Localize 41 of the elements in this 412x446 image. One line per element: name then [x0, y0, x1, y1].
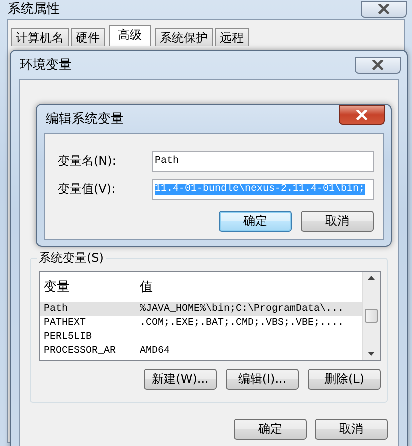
list-row[interactable]: PATHEXT .COM;.EXE;.BAT;.CMD;.VBS;.VBE;.... — [40, 316, 362, 330]
input-field[interactable]: Path — [152, 151, 374, 172]
close-button[interactable] — [361, 0, 407, 18]
close-button[interactable] — [339, 105, 385, 125]
table-cell-text: .COM;.EXE;.BAT;.CMD;.VBS;.VBE;.... — [140, 318, 346, 328]
scroll-thumb[interactable] — [365, 309, 378, 323]
tab[interactable]: 远程 — [215, 28, 249, 46]
close-icon[interactable] — [378, 4, 390, 14]
tab[interactable]: 硬件 — [71, 28, 105, 46]
list-row[interactable]: PERL5LIB — [40, 330, 362, 344]
action-button[interactable]: 编辑(I)... — [226, 369, 299, 390]
dialog-button[interactable]: 取消 — [301, 211, 374, 232]
table-cell-text: %JAVA_HOME%\bin;C:\ProgramData\... — [140, 304, 346, 314]
group-label: 系统变量(S) — [37, 250, 106, 267]
action-button[interactable]: 删除(L) — [308, 369, 381, 390]
list-row[interactable]: PROCESSOR_AR AMD64 — [40, 344, 362, 358]
window-title: 编辑系统变量 — [46, 111, 124, 128]
window-title: 系统属性 — [8, 1, 60, 18]
tab[interactable]: 计算机名 — [11, 28, 69, 46]
scroll-down-icon[interactable] — [368, 352, 375, 356]
dialog-button[interactable]: 取消 — [315, 419, 388, 440]
scroll-up-icon[interactable] — [368, 276, 375, 280]
table-cell-text: AMD64 — [140, 346, 172, 356]
close-icon[interactable] — [372, 60, 384, 70]
table-cell-text: PROCESSOR_AR — [44, 346, 118, 356]
column-header[interactable]: 变量 — [44, 278, 140, 296]
table-cell-text: PERL5LIB — [44, 332, 94, 342]
field-label: 变量名(N): — [58, 153, 118, 170]
tab[interactable]: 系统保护 — [155, 28, 213, 46]
dialog-button[interactable]: 确定 — [219, 211, 292, 232]
scrollbar[interactable] — [362, 272, 380, 360]
dialog-button[interactable]: 确定 — [234, 419, 307, 440]
close-button[interactable] — [355, 56, 401, 74]
column-header[interactable]: 值 — [140, 278, 362, 296]
window-title: 环境变量 — [20, 57, 72, 74]
field-label: 变量值(V): — [58, 181, 117, 198]
table-cell-text: Path — [44, 304, 70, 314]
table-cell-text: PATHEXT — [44, 318, 88, 328]
action-button[interactable]: 新建(W)... — [144, 369, 217, 390]
list-row[interactable]: Path %JAVA_HOME%\bin;C:\ProgramData\... — [40, 302, 362, 316]
tab[interactable]: 高级 — [109, 25, 151, 46]
